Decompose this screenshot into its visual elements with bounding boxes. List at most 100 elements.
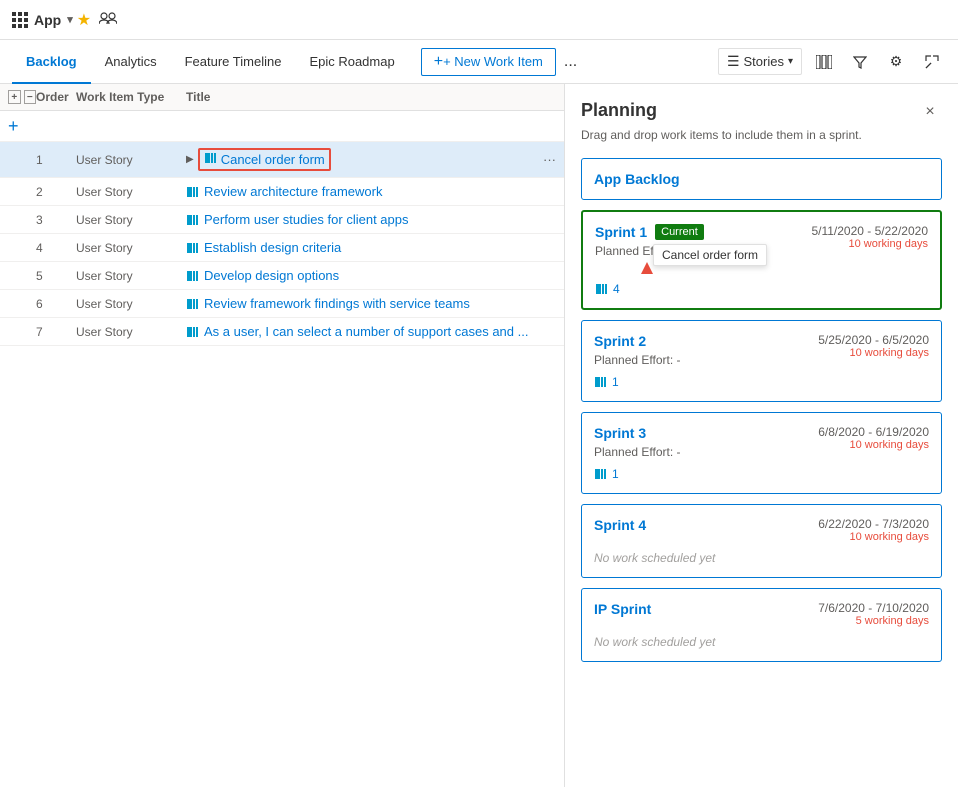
tab-epic-roadmap[interactable]: Epic Roadmap (295, 40, 408, 84)
sprint-working-days: 5 working days (818, 615, 929, 627)
sprint-working-days: 10 working days (811, 238, 928, 250)
view-icon: ☰ (727, 53, 740, 70)
table-row[interactable]: 4 User Story Establish design criteria (0, 234, 564, 262)
tab-analytics[interactable]: Analytics (91, 40, 171, 84)
sprint-card-ip-sprint: IP Sprint 7/6/2020 - 7/10/2020 5 working… (581, 588, 942, 662)
drag-tooltip: Cancel order form (653, 244, 767, 266)
sprint-card-sprint-3: Sprint 3 Planned Effort: - 6/8/2020 - 6/… (581, 412, 942, 494)
nav-right-controls: ☰ Stories ▾ ⚙ (718, 48, 946, 76)
planning-title: Planning (581, 100, 657, 121)
tab-backlog[interactable]: Backlog (12, 40, 91, 84)
sprint-header: App Backlog (594, 171, 929, 187)
row-title-text: Establish design criteria (204, 240, 341, 255)
expand-all-icon[interactable]: + (8, 90, 21, 104)
row-title-text: Perform user studies for client apps (204, 212, 408, 227)
collapse-all-icon[interactable]: − (24, 90, 37, 104)
sprint-items: 1 (594, 467, 929, 481)
current-badge: Current (655, 224, 704, 240)
sprint-header: Sprint 2 Planned Effort: - 5/25/2020 - 6… (594, 333, 929, 367)
app-chevron-icon[interactable]: ▾ (67, 13, 73, 26)
new-work-item-button[interactable]: + + New Work Item (421, 48, 556, 76)
sprint-dates: 5/25/2020 - 6/5/2020 (818, 333, 929, 347)
row-title: ▶ Cancel order form ··· (186, 148, 556, 171)
sprint-header: IP Sprint 7/6/2020 - 7/10/2020 5 working… (594, 601, 929, 627)
header-order: Order (36, 90, 76, 104)
app-bar: App ▾ ★ (0, 0, 958, 40)
sprint-dates: 7/6/2020 - 7/10/2020 (818, 601, 929, 615)
header-title: Title (186, 90, 556, 104)
planning-subtitle: Drag and drop work items to include them… (581, 128, 942, 142)
row-title-text: Review architecture framework (204, 184, 382, 199)
story-icon (204, 151, 218, 168)
no-work-text: No work scheduled yet (594, 551, 929, 565)
table-row[interactable]: 2 User Story Review architecture framewo… (0, 178, 564, 206)
close-planning-button[interactable]: × (918, 100, 942, 124)
header-add-col: + − (8, 90, 36, 104)
row-order: 1 (36, 153, 76, 167)
sprint-count: 4 (613, 282, 620, 296)
nav-bar: Backlog Analytics Feature Timeline Epic … (0, 40, 958, 84)
table-row[interactable]: 3 User Story Perform user studies for cl… (0, 206, 564, 234)
sprint-card-app-backlog: App Backlog (581, 158, 942, 200)
app-name-label: App (34, 12, 61, 28)
row-title-text: As a user, I can select a number of supp… (204, 324, 528, 339)
no-work-text: No work scheduled yet (594, 635, 929, 649)
table-row[interactable]: 6 User Story Review framework findings w… (0, 290, 564, 318)
sprint-card-sprint-1: Sprint 1 Current Planned Effort: 21 5/11… (581, 210, 942, 310)
filter-button[interactable] (846, 48, 874, 76)
sprint-dates: 6/22/2020 - 7/3/2020 (818, 517, 929, 531)
table-row[interactable]: 7 User Story As a user, I can select a n… (0, 318, 564, 346)
sprint-count: 1 (612, 467, 619, 481)
main-content: + − Order Work Item Type Title + 1 User … (0, 84, 958, 787)
sprint-name: Sprint 4 (594, 517, 646, 533)
sprint-dates: 5/11/2020 - 5/22/2020 (811, 224, 928, 238)
row-type: User Story (76, 153, 186, 167)
sprint-name: App Backlog (594, 171, 680, 187)
app-bar-icons: ★ (77, 10, 117, 30)
sprint-dates: 6/8/2020 - 6/19/2020 (818, 425, 929, 439)
tooltip-text: Cancel order form (662, 248, 758, 262)
tab-feature-timeline[interactable]: Feature Timeline (171, 40, 296, 84)
favorite-star-icon[interactable]: ★ (77, 10, 91, 30)
sprint-items: 1 (594, 375, 929, 389)
table-row[interactable]: 1 User Story ▶ Cancel order form ··· (0, 142, 564, 178)
drag-arrow-indicator (641, 262, 653, 277)
app-title: App ▾ (12, 12, 73, 28)
row-title-text: Cancel order form (221, 152, 325, 167)
table-row[interactable]: 5 User Story Develop design options (0, 262, 564, 290)
column-options-button[interactable] (810, 48, 838, 76)
sprint-name: IP Sprint (594, 601, 651, 617)
sprint-name: Sprint 3 (594, 425, 646, 441)
planning-header: Planning × (581, 100, 942, 124)
stories-dropdown[interactable]: ☰ Stories ▾ (718, 48, 802, 75)
grid-menu-icon[interactable] (12, 12, 28, 28)
sprint-card-sprint-2: Sprint 2 Planned Effort: - 5/25/2020 - 6… (581, 320, 942, 402)
plus-icon: + (434, 54, 443, 70)
sprint-count: 1 (612, 375, 619, 389)
sprint-name: Sprint 2 (594, 333, 646, 349)
settings-button[interactable]: ⚙ (882, 48, 910, 76)
header-type: Work Item Type (76, 90, 186, 104)
sprint-header: Sprint 4 6/22/2020 - 7/3/2020 10 working… (594, 517, 929, 543)
chevron-down-icon: ▾ (788, 56, 793, 67)
sprint-header: Sprint 3 Planned Effort: - 6/8/2020 - 6/… (594, 425, 929, 459)
sprint-items: 4 (595, 282, 928, 296)
sprint-effort: Planned Effort: - (594, 353, 681, 367)
sprint-effort: Planned Effort: - (594, 445, 681, 459)
nav-more-button[interactable]: ... (556, 49, 585, 75)
sprint-working-days: 10 working days (818, 531, 929, 543)
sprint-card-sprint-4: Sprint 4 6/22/2020 - 7/3/2020 10 working… (581, 504, 942, 578)
members-icon[interactable] (99, 11, 117, 28)
row-title-text: Develop design options (204, 268, 339, 283)
add-item-icon[interactable]: + (8, 116, 19, 136)
sprint-working-days: 10 working days (818, 347, 929, 359)
expand-button[interactable] (918, 48, 946, 76)
table-header: + − Order Work Item Type Title (0, 84, 564, 111)
nav-tabs: Backlog Analytics Feature Timeline Epic … (12, 40, 409, 84)
add-row[interactable]: + (0, 111, 564, 142)
backlog-panel: + − Order Work Item Type Title + 1 User … (0, 84, 565, 787)
row-more-icon[interactable]: ··· (543, 152, 556, 167)
sprint-working-days: 10 working days (818, 439, 929, 451)
expand-icon[interactable]: ▶ (186, 154, 194, 165)
row-title-text: Review framework findings with service t… (204, 296, 470, 311)
